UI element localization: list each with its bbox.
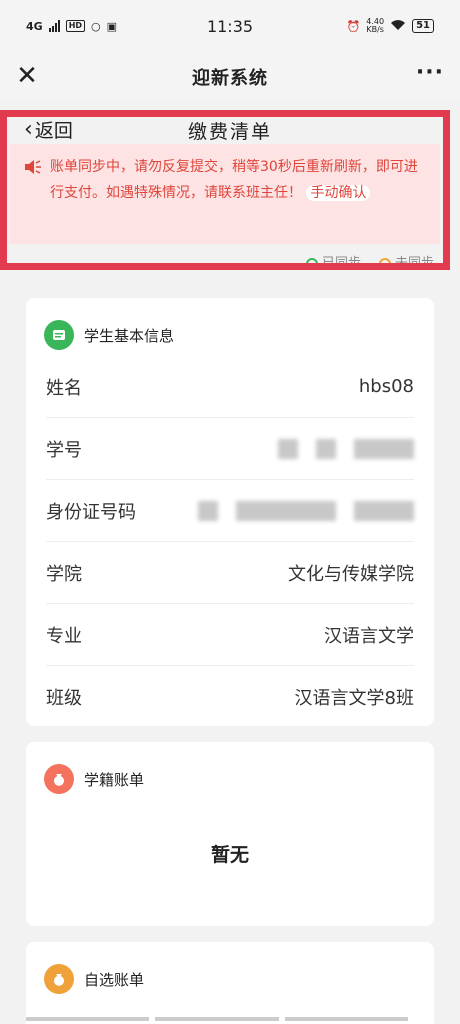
net-speed: 4.40 KB/s <box>366 18 384 34</box>
student-info-header: 学生基本信息 <box>26 298 434 356</box>
status-right: ⏰ 4.40 KB/s 51 <box>347 18 434 34</box>
check-circle-icon <box>305 257 318 270</box>
money-bag-icon <box>44 764 74 794</box>
info-row-id-number: 身份证号码 <box>46 480 414 542</box>
network-type: 4G <box>26 19 43 33</box>
info-row-class: 班级 汉语言文学8班 <box>46 666 414 728</box>
redacted-student-id <box>278 438 414 459</box>
enrollment-bill-card: 学籍账单 暂无 <box>26 742 434 926</box>
back-label: 返回 <box>34 120 73 142</box>
synced-legend: 已同步 <box>305 252 361 271</box>
optional-bill-header: 自选账单 <box>26 942 434 1000</box>
enrollment-bill-title: 学籍账单 <box>84 770 145 789</box>
clock-icon <box>378 257 391 270</box>
redacted-id-number <box>198 500 414 521</box>
synced-label: 已同步 <box>321 256 361 271</box>
content-area: ‹ 返回 缴费清单 账单同步中，请勿反复提交，稍等30秒后重新刷新，即可进行支付… <box>0 102 460 1024</box>
info-value: 文化与传媒学院 <box>288 563 414 585</box>
hd-badge: HD <box>65 20 86 32</box>
enrollment-bill-header: 学籍账单 <box>26 742 434 800</box>
info-row-name: 姓名 hbs08 <box>46 356 414 418</box>
nav-bar: ✕ 迎新系统 ··· <box>0 52 460 102</box>
app-icon: ▣ <box>106 19 118 33</box>
alarm-icon: ⏰ <box>346 19 361 33</box>
status-bar: 4G HD ○ ▣ 11:35 ⏰ 4.40 KB/s 51 <box>0 0 460 52</box>
battery-icon: 51 <box>412 19 434 33</box>
info-label: 身份证号码 <box>46 501 136 523</box>
info-row-major: 专业 汉语言文学 <box>46 604 414 666</box>
notification-icon: ○ <box>91 19 101 33</box>
info-value: hbs08 <box>358 376 414 397</box>
close-icon[interactable]: ✕ <box>12 62 42 92</box>
chevron-left-icon: ‹ <box>24 117 33 142</box>
optional-bill-title: 自选账单 <box>84 970 145 989</box>
sync-legend: 已同步 未同步 <box>305 252 434 271</box>
info-row-student-id: 学号 <box>46 418 414 480</box>
student-info-title: 学生基本信息 <box>84 326 175 345</box>
info-label: 学院 <box>46 563 82 585</box>
manual-confirm-button[interactable]: 手动确认 <box>306 185 371 201</box>
wifi-icon <box>390 19 406 34</box>
info-row-college: 学院 文化与传媒学院 <box>46 542 414 604</box>
student-info-card: 学生基本信息 姓名 hbs08 学号 身份证号码 学院 文化与传媒学院 专业 汉… <box>26 298 434 726</box>
signal-icon <box>48 20 60 32</box>
more-icon[interactable]: ··· <box>416 62 444 84</box>
unsynced-legend: 未同步 <box>378 252 434 271</box>
status-left: 4G HD ○ ▣ <box>26 20 117 33</box>
status-time: 11:35 <box>206 16 254 36</box>
empty-placeholder: 暂无 <box>210 844 249 866</box>
optional-bill-card: 自选账单 <box>26 942 434 1024</box>
info-label: 班级 <box>46 688 82 709</box>
net-speed-unit: KB/s <box>366 25 384 34</box>
info-value: 汉语言文学8班 <box>294 688 414 709</box>
info-label: 专业 <box>46 625 82 647</box>
speaker-icon <box>25 160 41 174</box>
back-button[interactable]: ‹ 返回 <box>24 116 73 143</box>
money-bag-icon <box>44 964 74 994</box>
bill-list-tabs <box>26 1017 408 1021</box>
sync-notice: 账单同步中，请勿反复提交，稍等30秒后重新刷新，即可进行支付。如遇特殊情况，请联… <box>10 144 440 244</box>
info-label: 学号 <box>46 439 82 461</box>
page-title: 缴费清单 <box>187 120 272 143</box>
info-value: 汉语言文学 <box>324 625 414 647</box>
id-card-icon <box>44 320 74 350</box>
info-label: 姓名 <box>46 377 82 399</box>
nav-title: 迎新系统 <box>192 68 268 89</box>
unsynced-label: 未同步 <box>394 256 434 271</box>
